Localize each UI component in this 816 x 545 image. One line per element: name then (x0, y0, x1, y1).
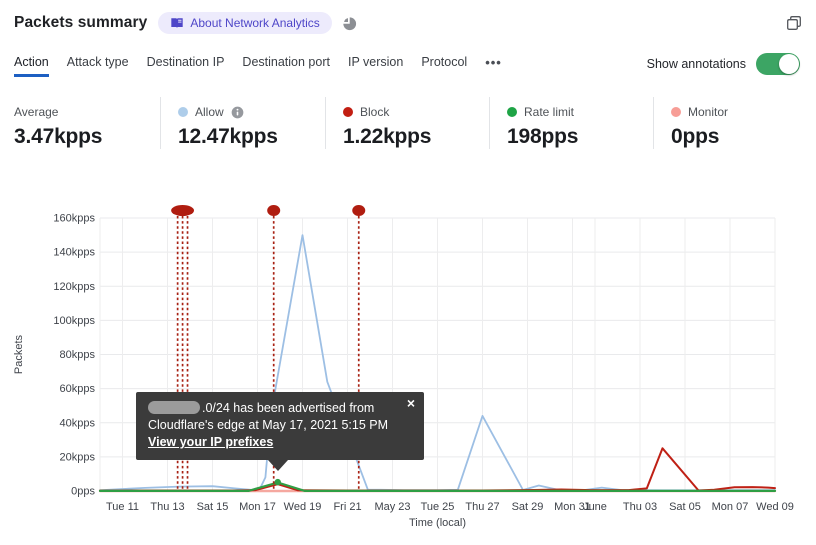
rate-limit-marker (274, 478, 281, 486)
close-icon[interactable]: × (407, 396, 415, 410)
stat-value: 3.47kpps (14, 125, 103, 148)
copy-icon[interactable] (786, 15, 802, 31)
tab-action[interactable]: Action (14, 55, 49, 77)
tooltip-line-1: .0/24 has been advertised from (148, 400, 400, 417)
x-tick-label: June (583, 501, 607, 513)
x-tick-label: Sat 15 (197, 501, 229, 513)
x-tick-label: Thu 13 (150, 501, 184, 513)
x-tick-label: Thu 03 (623, 501, 657, 513)
annotation-dot[interactable] (171, 205, 195, 216)
stat-block: Block 1.22kpps (325, 97, 489, 149)
tabs: Action Attack type Destination IP Destinati… (14, 55, 467, 77)
annotation-dot[interactable] (352, 205, 366, 216)
x-tick-label: Mon 17 (239, 501, 276, 513)
stat-value: 1.22kpps (343, 125, 432, 148)
tab-destination-ip[interactable]: Destination IP (147, 55, 225, 77)
y-tick-label: 100kpps (53, 315, 95, 327)
show-annotations-label: Show annotations (646, 57, 746, 71)
about-network-analytics-badge[interactable]: About Network Analytics (158, 12, 332, 34)
legend-dot (343, 107, 353, 117)
tooltip-caret (268, 460, 288, 471)
stat-value: 198pps (507, 125, 579, 148)
stat-value: 0pps (671, 125, 720, 148)
tab-protocol[interactable]: Protocol (421, 55, 467, 77)
x-tick-label: Wed 19 (284, 501, 322, 513)
x-tick-label: Thu 27 (465, 501, 499, 513)
page-title: Packets summary (14, 14, 148, 31)
legend-dot (178, 107, 188, 117)
toggle-knob (779, 54, 799, 74)
annotation-dot[interactable] (267, 205, 281, 216)
y-axis-title: Packets (13, 334, 25, 374)
info-icon[interactable] (231, 106, 244, 119)
x-tick-label: Wed 09 (756, 501, 794, 513)
header: Packets summary About Network Analytics (14, 10, 802, 36)
tooltip-line-2: Cloudflare's edge at May 17, 2021 5:15 P… (148, 418, 389, 432)
stats-row: Average 3.47kpps Allow 12.47kpps Block 1.22kp… (0, 97, 816, 149)
view-ip-prefixes-link[interactable]: View your IP prefixes (148, 435, 273, 449)
stat-allow: Allow 12.47kpps (160, 97, 325, 149)
y-tick-label: 0pps (71, 486, 95, 498)
redacted-ip-prefix (148, 401, 200, 414)
pie-chart-icon (341, 15, 358, 32)
x-tick-label: Sat 29 (512, 501, 544, 513)
x-tick-label: Tue 11 (106, 501, 139, 513)
stat-label: Allow (195, 105, 224, 119)
stat-label: Block (360, 105, 390, 119)
y-tick-label: 160kpps (53, 213, 95, 225)
tab-attack-type[interactable]: Attack type (67, 55, 129, 77)
x-tick-label: Mon 07 (712, 501, 749, 513)
y-tick-label: 140kpps (53, 247, 95, 259)
tab-destination-port[interactable]: Destination port (242, 55, 330, 77)
x-tick-label: Fri 21 (333, 501, 361, 513)
badge-label: About Network Analytics (190, 16, 320, 30)
show-annotations-toggle[interactable] (756, 53, 800, 75)
y-tick-label: 60kpps (60, 383, 96, 395)
y-tick-label: 40kpps (60, 417, 96, 429)
more-tabs-button[interactable]: ••• (485, 55, 502, 78)
x-axis-title: Time (local) (409, 517, 466, 529)
stat-monitor: Monitor 0pps (653, 97, 816, 149)
stat-label: Monitor (688, 105, 729, 119)
y-tick-label: 80kpps (60, 349, 96, 361)
book-icon (171, 18, 184, 28)
stat-label: Rate limit (524, 105, 575, 119)
y-tick-label: 120kpps (53, 281, 95, 293)
legend-dot (671, 107, 681, 117)
stat-label: Average (14, 105, 59, 119)
show-annotations-control: Show annotations (647, 53, 800, 79)
x-tick-label: Sat 05 (669, 501, 701, 513)
annotation-tooltip: × .0/24 has been advertised from Cloudfl… (136, 392, 424, 471)
stat-value: 12.47kpps (178, 125, 278, 148)
x-tick-label: May 23 (374, 501, 410, 513)
tabs-row: Action Attack type Destination IP Destinati… (14, 53, 800, 79)
network-analytics-page: { "header": { "title": "Packets summary"… (0, 0, 816, 545)
x-tick-label: Tue 25 (421, 501, 455, 513)
stat-rate-limit: Rate limit 198pps (489, 97, 653, 149)
y-tick-label: 20kpps (60, 451, 96, 463)
stat-average: Average 3.47kpps (0, 97, 160, 149)
packets-chart: 160kpps 140kpps 120kpps 100kpps 80kpps 60kpps… (13, 205, 794, 529)
tab-ip-version[interactable]: IP version (348, 55, 403, 77)
legend-dot (507, 107, 517, 117)
